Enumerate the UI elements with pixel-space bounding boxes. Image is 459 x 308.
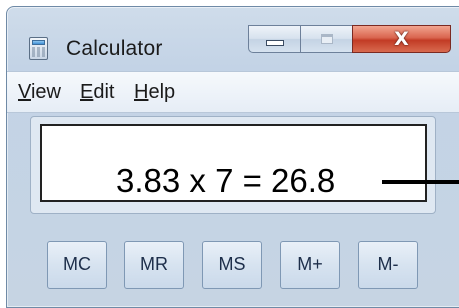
caption-buttons: X <box>248 25 451 55</box>
menu-bar: View Edit Help <box>7 71 459 113</box>
close-button[interactable]: X <box>352 25 451 53</box>
menu-view[interactable]: View <box>18 81 61 104</box>
menu-help[interactable]: Help <box>134 81 175 104</box>
display-expression: 3.83 x 7 = 26.8 <box>116 162 336 199</box>
memory-store-button[interactable]: MS <box>202 241 262 289</box>
close-icon: X <box>394 28 409 50</box>
maximize-icon <box>320 34 333 44</box>
window-title: Calculator <box>66 37 163 60</box>
callout-line <box>382 180 459 184</box>
menu-edit[interactable]: Edit <box>80 81 114 104</box>
maximize-button[interactable] <box>300 25 352 53</box>
memory-recall-button[interactable]: MR <box>124 241 184 289</box>
calculator-display: 3.83 x 7 = 26.8 <box>40 124 427 202</box>
memory-add-button[interactable]: M+ <box>280 241 340 289</box>
memory-clear-button[interactable]: MC <box>47 241 107 289</box>
title-bar[interactable]: Calculator X <box>7 7 459 71</box>
minimize-icon <box>265 40 284 46</box>
memory-subtract-button[interactable]: M- <box>358 241 418 289</box>
minimize-button[interactable] <box>248 25 300 53</box>
calculator-icon <box>29 37 48 60</box>
